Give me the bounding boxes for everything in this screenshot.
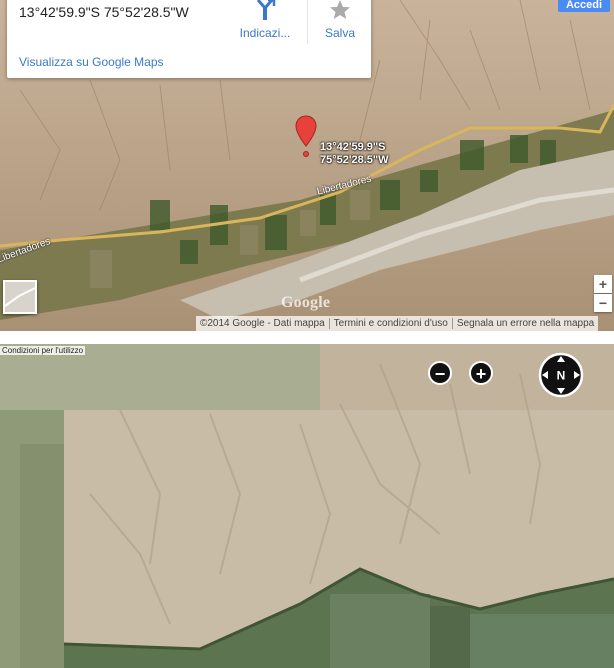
save-label: Salva	[324, 26, 356, 40]
zoom-out-button[interactable]: −	[428, 361, 452, 385]
map-thumbnail-icon	[4, 287, 36, 307]
map-type-toggle[interactable]	[3, 280, 37, 314]
zoom-in-button[interactable]: +	[469, 361, 493, 385]
marker-coordinates-label: 13°42'59.9"S 75°52'28.5"W	[320, 141, 389, 166]
google-logo: Google	[281, 294, 331, 311]
map-attribution-bar: ©2014 Google - Dati mappa Termini e cond…	[196, 316, 599, 331]
card-divider	[307, 0, 308, 44]
directions-label: Indicazi...	[239, 26, 291, 40]
coordinates-title: 13°42'59.9"S 75°52'28.5"W	[19, 4, 189, 20]
view-on-google-maps-link[interactable]: Visualizza su Google Maps	[19, 55, 164, 69]
zoom-out-button[interactable]: −	[594, 294, 612, 312]
star-icon	[319, 0, 361, 22]
compass-north-label: N	[557, 369, 566, 383]
directions-button[interactable]: Indicazi...	[235, 0, 295, 40]
satellite-3d-view[interactable]: Condizioni per l'utilizzo − + N	[0, 344, 614, 668]
satellite-terrain	[0, 344, 614, 668]
map-pin-icon[interactable]	[294, 114, 318, 165]
terms-of-use-link[interactable]: Condizioni per l'utilizzo	[0, 346, 86, 355]
directions-icon	[235, 0, 295, 22]
terms-link[interactable]: Termini e condizioni d'uso	[330, 318, 452, 329]
compass-icon[interactable]: N	[538, 352, 584, 398]
save-button[interactable]: Salva	[319, 0, 361, 40]
place-info-card: 13°42'59.9"S 75°52'28.5"W Indicazi... Sa…	[7, 0, 371, 78]
report-error-link[interactable]: Segnala un errore nella mappa	[453, 318, 598, 329]
zoom-in-button[interactable]: +	[594, 275, 612, 293]
top-map-view[interactable]: Libertadores Libertadores 13°42'59.9"S 7…	[0, 0, 614, 331]
copyright-text: ©2014 Google - Dati mappa	[200, 318, 325, 329]
signin-button[interactable]: Accedi	[558, 0, 610, 12]
